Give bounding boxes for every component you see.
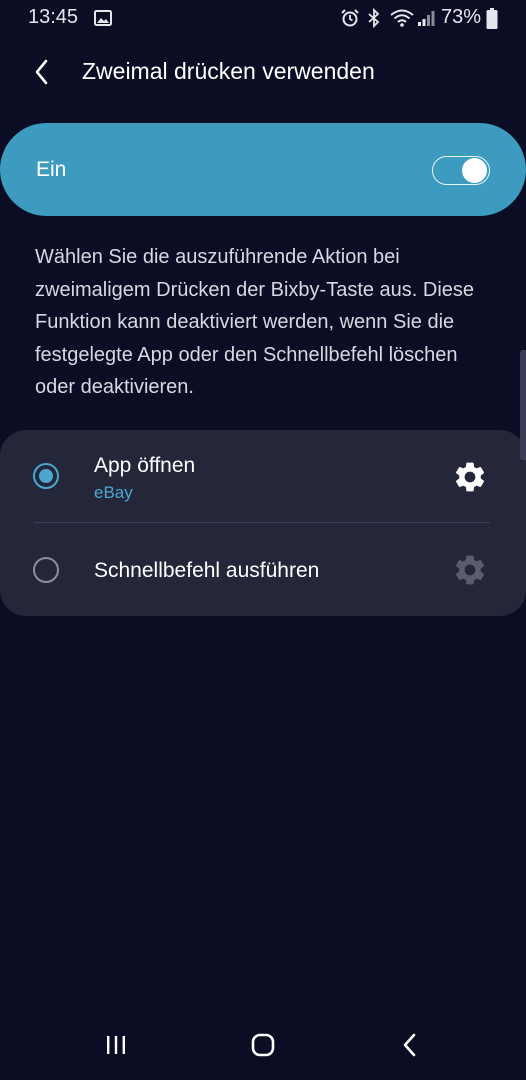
battery-icon: [486, 8, 498, 29]
back-button[interactable]: [22, 54, 62, 90]
battery-percent: 73%: [441, 6, 482, 28]
master-switch-label: Ein: [36, 158, 67, 181]
home-button[interactable]: [239, 1030, 287, 1060]
gear-icon: [455, 555, 485, 585]
app-bar: Zweimal drücken verwenden: [0, 44, 526, 100]
page-title: Zweimal drücken verwenden: [82, 58, 375, 84]
navigation-bar: [0, 1010, 526, 1080]
recent-apps-button[interactable]: [92, 1030, 140, 1060]
gear-icon[interactable]: [452, 459, 488, 495]
recent-apps-icon: [107, 1036, 125, 1054]
status-bar: 13:45 73%: [0, 0, 526, 38]
description-text: Wählen Sie die auszuführende Aktion bei …: [35, 246, 475, 398]
image-icon: [94, 10, 112, 26]
master-toggle[interactable]: [432, 156, 490, 185]
option-subtitle: eBay: [94, 483, 133, 502]
signal-icon: [418, 11, 435, 26]
nav-back-button[interactable]: [386, 1030, 434, 1060]
option-app-open[interactable]: App öffnen eBay: [0, 440, 526, 520]
divider: [34, 522, 490, 523]
radio-unselected[interactable]: [33, 557, 59, 583]
wifi-icon: [390, 9, 414, 27]
home-icon: [251, 1033, 275, 1057]
back-icon: [403, 1033, 416, 1057]
option-run-shortcut[interactable]: Schnellbefehl ausführen: [0, 530, 526, 610]
radio-selected[interactable]: [33, 463, 59, 489]
toggle-thumb: [462, 158, 487, 183]
option-label: Schnellbefehl ausführen: [94, 559, 320, 582]
back-arrow-icon: [35, 59, 48, 85]
alarm-icon: [341, 9, 359, 27]
edge-panel-handle[interactable]: [520, 350, 526, 460]
bluetooth-icon: [368, 8, 380, 28]
status-time: 13:45: [28, 6, 79, 28]
option-label: App öffnen: [94, 454, 196, 477]
